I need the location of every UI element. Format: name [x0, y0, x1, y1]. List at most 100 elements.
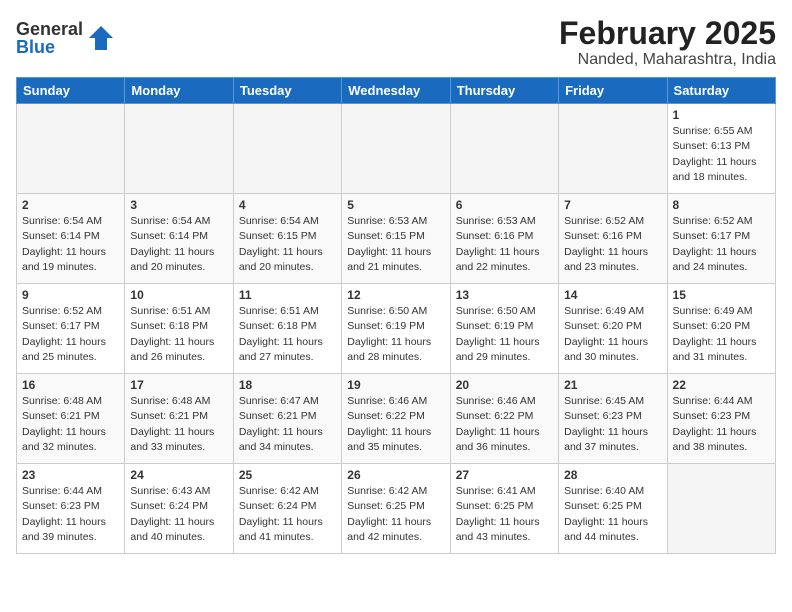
calendar-cell: 12 Sunrise: 6:50 AMSunset: 6:19 PMDayligh… — [342, 284, 450, 374]
day-number: 15 — [673, 288, 770, 302]
day-number: 18 — [239, 378, 336, 392]
calendar-cell: 3 Sunrise: 6:54 AMSunset: 6:14 PMDaylight… — [125, 194, 233, 284]
calendar-cell: 5 Sunrise: 6:53 AMSunset: 6:15 PMDaylight… — [342, 194, 450, 284]
day-number: 14 — [564, 288, 661, 302]
calendar-cell: 15 Sunrise: 6:49 AMSunset: 6:20 PMDayligh… — [667, 284, 775, 374]
day-info: Sunrise: 6:47 AMSunset: 6:21 PMDaylight:… — [239, 394, 336, 455]
day-info: Sunrise: 6:50 AMSunset: 6:19 PMDaylight:… — [456, 304, 553, 365]
calendar-cell: 17 Sunrise: 6:48 AMSunset: 6:21 PMDayligh… — [125, 374, 233, 464]
day-info: Sunrise: 6:52 AMSunset: 6:16 PMDaylight:… — [564, 214, 661, 275]
day-info: Sunrise: 6:48 AMSunset: 6:21 PMDaylight:… — [130, 394, 227, 455]
header: General Blue February 2025 Nanded, Mahar… — [16, 16, 776, 69]
day-number: 7 — [564, 198, 661, 212]
day-number: 11 — [239, 288, 336, 302]
day-info: Sunrise: 6:50 AMSunset: 6:19 PMDaylight:… — [347, 304, 444, 365]
calendar-cell: 18 Sunrise: 6:47 AMSunset: 6:21 PMDayligh… — [233, 374, 341, 464]
day-number: 3 — [130, 198, 227, 212]
day-number: 22 — [673, 378, 770, 392]
sub-title: Nanded, Maharashtra, India — [559, 51, 776, 69]
day-info: Sunrise: 6:49 AMSunset: 6:20 PMDaylight:… — [564, 304, 661, 365]
day-info: Sunrise: 6:54 AMSunset: 6:15 PMDaylight:… — [239, 214, 336, 275]
day-info: Sunrise: 6:54 AMSunset: 6:14 PMDaylight:… — [22, 214, 119, 275]
day-number: 20 — [456, 378, 553, 392]
day-info: Sunrise: 6:51 AMSunset: 6:18 PMDaylight:… — [130, 304, 227, 365]
day-info: Sunrise: 6:44 AMSunset: 6:23 PMDaylight:… — [673, 394, 770, 455]
day-info: Sunrise: 6:55 AMSunset: 6:13 PMDaylight:… — [673, 124, 770, 185]
day-info: Sunrise: 6:51 AMSunset: 6:18 PMDaylight:… — [239, 304, 336, 365]
day-number: 16 — [22, 378, 119, 392]
day-info: Sunrise: 6:52 AMSunset: 6:17 PMDaylight:… — [673, 214, 770, 275]
calendar-cell: 10 Sunrise: 6:51 AMSunset: 6:18 PMDayligh… — [125, 284, 233, 374]
calendar-cell: 19 Sunrise: 6:46 AMSunset: 6:22 PMDayligh… — [342, 374, 450, 464]
day-info: Sunrise: 6:45 AMSunset: 6:23 PMDaylight:… — [564, 394, 661, 455]
day-number: 2 — [22, 198, 119, 212]
logo-icon — [87, 24, 115, 52]
calendar-cell: 25Sunrise: 6:42 AMSunset: 6:24 PMDayligh… — [233, 464, 341, 554]
day-info: Sunrise: 6:46 AMSunset: 6:22 PMDaylight:… — [347, 394, 444, 455]
day-info: Sunrise: 6:49 AMSunset: 6:20 PMDaylight:… — [673, 304, 770, 365]
day-info: Sunrise: 6:42 AMSunset: 6:24 PMDaylight:… — [239, 484, 336, 545]
day-number: 12 — [347, 288, 444, 302]
calendar-week-row: 2 Sunrise: 6:54 AMSunset: 6:14 PMDaylight… — [17, 194, 776, 284]
day-number: 13 — [456, 288, 553, 302]
calendar-cell: 13 Sunrise: 6:50 AMSunset: 6:19 PMDayligh… — [450, 284, 558, 374]
calendar-cell: 28 Sunrise: 6:40 AMSunset: 6:25 PMDayligh… — [559, 464, 667, 554]
day-info: Sunrise: 6:40 AMSunset: 6:25 PMDaylight:… — [564, 484, 661, 545]
day-number: 17 — [130, 378, 227, 392]
day-number: 1 — [673, 108, 770, 122]
day-number: 8 — [673, 198, 770, 212]
calendar-table: SundayMondayTuesdayWednesdayThursdayFrid… — [16, 77, 776, 554]
weekday-header-wednesday: Wednesday — [342, 78, 450, 104]
main-title: February 2025 — [559, 16, 776, 51]
calendar-week-row: 1 Sunrise: 6:55 AMSunset: 6:13 PMDaylight… — [17, 104, 776, 194]
weekday-header-thursday: Thursday — [450, 78, 558, 104]
day-info: Sunrise: 6:43 AMSunset: 6:24 PMDaylight:… — [130, 484, 227, 545]
day-number: 4 — [239, 198, 336, 212]
calendar-cell — [450, 104, 558, 194]
calendar-cell: 23 Sunrise: 6:44 AMSunset: 6:23 PMDayligh… — [17, 464, 125, 554]
day-number: 19 — [347, 378, 444, 392]
calendar-cell: 1 Sunrise: 6:55 AMSunset: 6:13 PMDaylight… — [667, 104, 775, 194]
day-info: Sunrise: 6:54 AMSunset: 6:14 PMDaylight:… — [130, 214, 227, 275]
calendar-cell — [342, 104, 450, 194]
day-info: Sunrise: 6:41 AMSunset: 6:25 PMDaylight:… — [456, 484, 553, 545]
day-info: Sunrise: 6:52 AMSunset: 6:17 PMDaylight:… — [22, 304, 119, 365]
calendar-cell — [233, 104, 341, 194]
day-info: Sunrise: 6:53 AMSunset: 6:15 PMDaylight:… — [347, 214, 444, 275]
calendar-week-row: 16 Sunrise: 6:48 AMSunset: 6:21 PMDayligh… — [17, 374, 776, 464]
calendar-week-row: 9 Sunrise: 6:52 AMSunset: 6:17 PMDaylight… — [17, 284, 776, 374]
day-number: 26 — [347, 468, 444, 482]
day-number: 10 — [130, 288, 227, 302]
calendar-cell: 8 Sunrise: 6:52 AMSunset: 6:17 PMDaylight… — [667, 194, 775, 284]
calendar-cell: 6Sunrise: 6:53 AMSunset: 6:16 PMDaylight… — [450, 194, 558, 284]
weekday-header-saturday: Saturday — [667, 78, 775, 104]
calendar-cell — [559, 104, 667, 194]
day-number: 24 — [130, 468, 227, 482]
day-info: Sunrise: 6:53 AMSunset: 6:16 PMDaylight:… — [456, 214, 553, 275]
day-info: Sunrise: 6:46 AMSunset: 6:22 PMDaylight:… — [456, 394, 553, 455]
day-info: Sunrise: 6:48 AMSunset: 6:21 PMDaylight:… — [22, 394, 119, 455]
weekday-header-friday: Friday — [559, 78, 667, 104]
day-number: 28 — [564, 468, 661, 482]
day-number: 9 — [22, 288, 119, 302]
calendar-cell: 21Sunrise: 6:45 AMSunset: 6:23 PMDayligh… — [559, 374, 667, 464]
calendar-cell: 20 Sunrise: 6:46 AMSunset: 6:22 PMDayligh… — [450, 374, 558, 464]
weekday-header-tuesday: Tuesday — [233, 78, 341, 104]
calendar-week-row: 23 Sunrise: 6:44 AMSunset: 6:23 PMDayligh… — [17, 464, 776, 554]
calendar-cell: 14 Sunrise: 6:49 AMSunset: 6:20 PMDayligh… — [559, 284, 667, 374]
logo: General Blue — [16, 20, 115, 56]
calendar-cell: 11 Sunrise: 6:51 AMSunset: 6:18 PMDayligh… — [233, 284, 341, 374]
day-info: Sunrise: 6:44 AMSunset: 6:23 PMDaylight:… — [22, 484, 119, 545]
weekday-header-monday: Monday — [125, 78, 233, 104]
logo-general: General — [16, 20, 83, 38]
calendar-cell: 16 Sunrise: 6:48 AMSunset: 6:21 PMDayligh… — [17, 374, 125, 464]
day-number: 23 — [22, 468, 119, 482]
calendar-cell: 22 Sunrise: 6:44 AMSunset: 6:23 PMDayligh… — [667, 374, 775, 464]
logo-blue: Blue — [16, 38, 83, 56]
calendar-cell: 24 Sunrise: 6:43 AMSunset: 6:24 PMDayligh… — [125, 464, 233, 554]
day-number: 27 — [456, 468, 553, 482]
day-number: 5 — [347, 198, 444, 212]
calendar-cell — [17, 104, 125, 194]
weekday-header-sunday: Sunday — [17, 78, 125, 104]
calendar-cell: 2 Sunrise: 6:54 AMSunset: 6:14 PMDaylight… — [17, 194, 125, 284]
